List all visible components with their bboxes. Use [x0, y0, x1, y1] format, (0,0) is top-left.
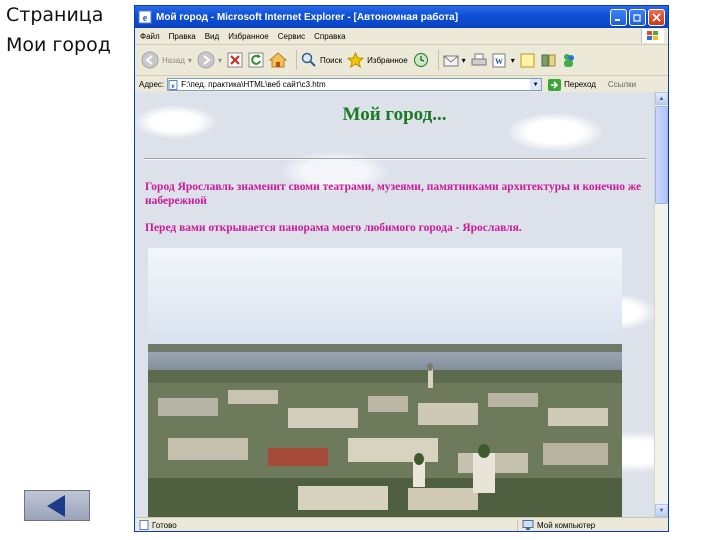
slide-title-line2: Мои город	[6, 34, 111, 56]
menu-file[interactable]: Файл	[140, 32, 160, 41]
favorites-button[interactable]: Избранное	[347, 52, 408, 68]
status-bar: Готово Мой компьютер	[135, 517, 668, 531]
window-title: Мой город - Microsoft Internet Explorer …	[156, 11, 459, 23]
back-navigation-button[interactable]	[24, 490, 90, 521]
search-icon	[301, 52, 316, 67]
windows-logo-icon	[641, 29, 664, 43]
page-heading: Мой город...	[342, 104, 447, 125]
back-label: Назад	[162, 55, 185, 65]
restore-icon	[633, 13, 641, 22]
history-button[interactable]	[413, 52, 429, 68]
note-icon	[520, 53, 535, 67]
home-button[interactable]	[268, 52, 287, 68]
search-label: Поиск	[319, 55, 343, 65]
back-button[interactable]: Назад ▾	[141, 51, 192, 69]
history-icon	[413, 52, 428, 68]
browser-window: e Мой город - Microsoft Internet Explore…	[134, 5, 669, 532]
slide-title-line1: Страница	[6, 4, 104, 26]
discuss-button[interactable]	[520, 53, 536, 68]
ie-icon: e	[138, 10, 152, 24]
favorites-label: Избранное	[367, 55, 408, 65]
mail-button[interactable]: ▾	[443, 53, 466, 67]
star-icon	[347, 52, 365, 68]
menu-help[interactable]: Справка	[314, 32, 345, 41]
page-icon	[139, 520, 149, 530]
scroll-down-icon[interactable]: ▼	[655, 504, 668, 517]
slide-title: Страница Мои город	[6, 0, 111, 60]
chevron-down-icon[interactable]: ▾	[188, 56, 192, 65]
stop-icon	[227, 52, 243, 68]
mail-icon	[443, 55, 459, 67]
minimize-icon	[615, 18, 620, 21]
refresh-icon	[248, 52, 264, 68]
go-arrow-icon	[548, 78, 562, 91]
edit-button[interactable]: W ▾	[492, 53, 515, 68]
toolbar: Назад ▾ ▾ Поиск Избранное ▾ W ▾	[135, 45, 668, 76]
stop-button[interactable]	[227, 52, 243, 68]
messenger-button[interactable]	[562, 53, 576, 68]
home-icon	[268, 52, 287, 68]
address-input[interactable]: e F:\пед. практика\HTML\веб сайт\с3.htm …	[167, 78, 543, 91]
menu-view[interactable]: Вид	[205, 32, 219, 41]
scrollbar-thumb[interactable]	[655, 106, 668, 204]
toolbar-separator	[437, 50, 439, 70]
zone-text: Мой компьютер	[537, 520, 596, 530]
print-icon	[471, 53, 487, 65]
menu-tools[interactable]: Сервис	[278, 32, 305, 41]
back-arrow-icon	[141, 51, 159, 69]
horizontal-rule	[144, 158, 646, 160]
go-button[interactable]: Переход	[548, 78, 596, 91]
chevron-down-icon[interactable]: ▾	[462, 56, 466, 65]
close-button[interactable]	[648, 8, 665, 26]
toolbar-separator	[295, 50, 297, 70]
forward-button[interactable]: ▾	[197, 51, 222, 69]
paragraph-panorama: Перед вами открывается панорама моего лю…	[145, 222, 522, 234]
close-icon	[652, 12, 661, 22]
minimize-button[interactable]	[610, 8, 627, 26]
page-content: Мой город... Город Ярославль знаменит св…	[135, 92, 654, 517]
address-label: Адрес:	[139, 80, 165, 89]
status-zone: Мой компьютер	[518, 520, 595, 530]
links-button[interactable]: Ссылки	[608, 80, 636, 89]
computer-icon	[522, 520, 534, 530]
chevron-down-icon[interactable]: ▾	[218, 56, 222, 65]
refresh-button[interactable]	[248, 52, 264, 68]
status-text: Готово	[152, 520, 177, 530]
go-label: Переход	[564, 80, 596, 89]
page-icon: e	[168, 79, 178, 90]
menu-edit[interactable]: Правка	[169, 32, 196, 41]
scroll-up-icon[interactable]: ▲	[655, 92, 668, 105]
title-bar[interactable]: e Мой город - Microsoft Internet Explore…	[135, 6, 668, 28]
chevron-down-icon[interactable]: ▼	[530, 79, 542, 90]
paragraph-intro: Город Ярославль знаменит своми театрами,…	[145, 181, 642, 207]
status-left: Готово	[135, 520, 517, 530]
word-icon: W	[492, 53, 506, 67]
yaroslavl-panorama-photo	[148, 248, 622, 517]
search-button[interactable]: Поиск	[301, 52, 342, 68]
back-arrow-icon	[47, 494, 65, 517]
svg-text:e: e	[172, 82, 175, 90]
print-button[interactable]	[471, 53, 487, 68]
vertical-scrollbar[interactable]: ▲ ▼	[654, 92, 668, 517]
research-icon	[541, 54, 556, 66]
maximize-button[interactable]	[629, 8, 646, 26]
menu-favorites[interactable]: Избранное	[228, 32, 269, 41]
svg-text:e: e	[143, 13, 148, 24]
address-value: F:\пед. практика\HTML\веб сайт\с3.htm	[181, 80, 326, 89]
research-button[interactable]	[541, 53, 557, 68]
messenger-icon	[563, 53, 574, 67]
forward-arrow-icon	[197, 51, 215, 69]
menu-bar: Файл Правка Вид Избранное Сервис Справка	[135, 28, 668, 45]
svg-text:W: W	[495, 57, 503, 66]
chevron-down-icon[interactable]: ▾	[511, 56, 515, 65]
